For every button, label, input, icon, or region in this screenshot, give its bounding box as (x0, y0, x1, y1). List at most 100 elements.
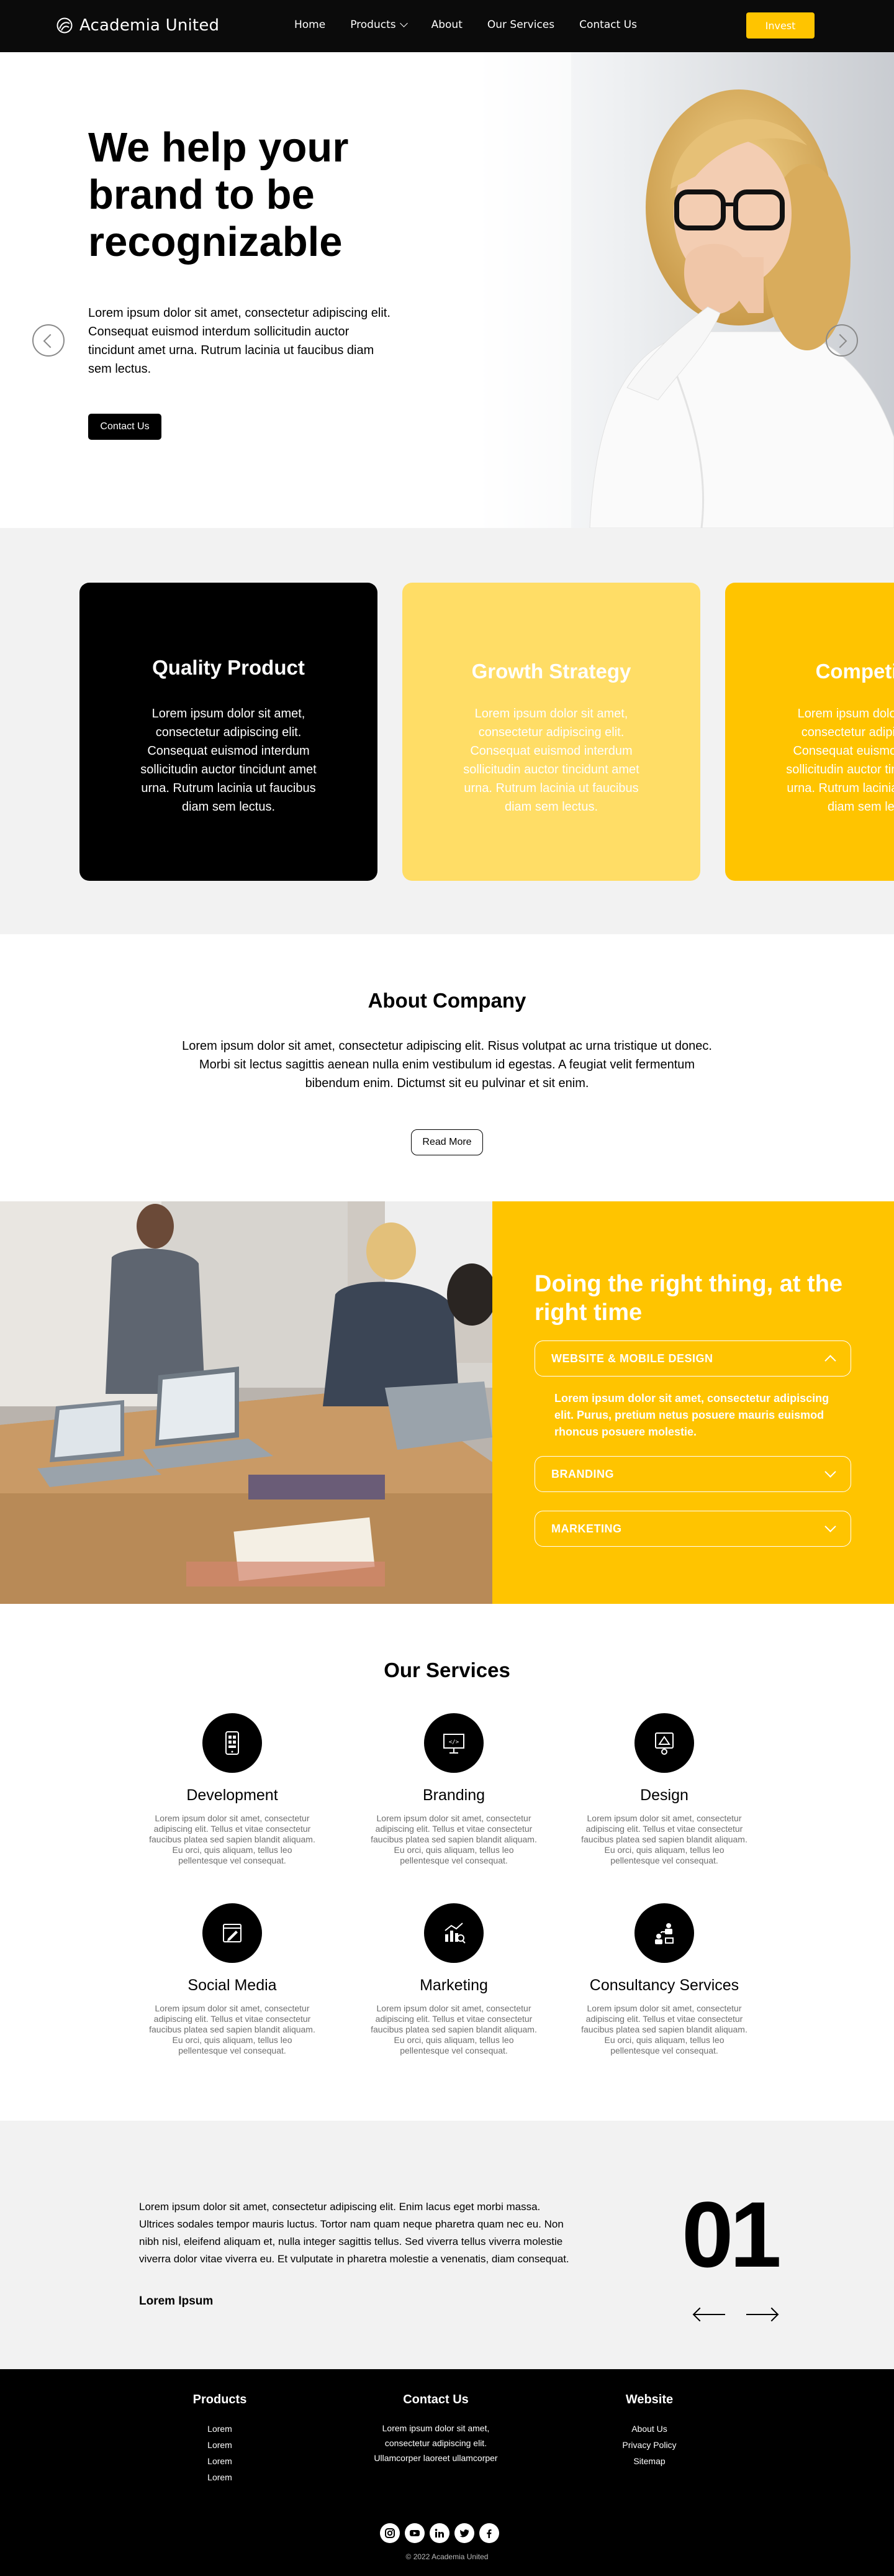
right-time-panel: Doing the right thing, at the right time… (492, 1201, 894, 1604)
feature-card-title: Competitive (815, 660, 894, 683)
nav-link-label: Our Services (487, 19, 555, 31)
footer-column-title: Contact Us (403, 2393, 469, 2406)
service-text: Lorem ipsum dolor sit amet, consectetur … (581, 1813, 747, 1865)
brand-logo-icon (56, 17, 73, 34)
chevron-up-icon (824, 1354, 836, 1367)
about-section: About Company Lorem ipsum dolor sit amet… (0, 934, 894, 1201)
footer-contact-line: Ullamcorper laoreet ullamcorper (374, 2453, 498, 2463)
service-name: Development (186, 1786, 278, 1804)
nav-link-products[interactable]: Products (350, 19, 408, 31)
footer-link[interactable]: Sitemap (600, 2453, 699, 2469)
service-text: Lorem ipsum dolor sit amet, consectetur … (149, 2003, 315, 2055)
youtube-icon[interactable] (405, 2523, 425, 2543)
chevron-down-icon (399, 19, 408, 27)
invest-button[interactable]: Invest (746, 12, 815, 39)
service-text: Lorem ipsum dolor sit amet, consectetur … (371, 2003, 537, 2055)
footer-link[interactable]: Lorem (179, 2453, 261, 2469)
service-text: Lorem ipsum dolor sit amet, consectetur … (149, 1813, 315, 1865)
testimonial-next-arrow-icon[interactable] (746, 2314, 777, 2315)
accordion-label: BRANDING (551, 1467, 614, 1480)
footer-contact-column: Contact Us Lorem ipsum dolor sit amet, c… (360, 2393, 512, 2465)
carousel-next-button[interactable] (826, 324, 858, 357)
footer-link[interactable]: Lorem (179, 2421, 261, 2437)
feature-cards-section: Quality Product Lorem ipsum dolor sit am… (0, 528, 894, 934)
hero-section: We help your brand to be recognizable Lo… (0, 52, 894, 528)
footer-column-title: Products (192, 2393, 247, 2406)
service-text: Lorem ipsum dolor sit amet, consectetur … (581, 2003, 747, 2055)
feature-card-title: Quality Product (152, 656, 305, 679)
chevron-down-icon (824, 1466, 836, 1478)
testimonial-prev-arrow-icon[interactable] (694, 2314, 725, 2315)
services-section: Our Services Development Lorem ipsum dol… (0, 1604, 894, 2121)
copyright: © 2022 Academia United (405, 2552, 489, 2561)
testimonial-section: Lorem ipsum dolor sit amet, consectetur … (0, 2121, 894, 2369)
footer-products-column: Products Lorem Lorem Lorem Lorem (179, 2393, 261, 2485)
footer-link[interactable]: Privacy Policy (600, 2437, 699, 2453)
nav-links: Home Products About Our Services Contact… (294, 19, 662, 31)
hero-image (472, 52, 894, 528)
service-name: Consultancy Services (589, 1977, 739, 1994)
nav-link-contact[interactable]: Contact Us (579, 19, 637, 31)
instagram-icon[interactable] (380, 2523, 400, 2543)
brand[interactable]: Academia United (56, 16, 219, 35)
accordion-item-branding[interactable]: BRANDING (535, 1456, 851, 1492)
top-nav: Academia United Home Products About Our … (0, 0, 894, 52)
feature-card-title: Growth Strategy (471, 660, 631, 683)
footer-contact-line: Lorem ipsum dolor sit amet, (382, 2423, 490, 2433)
linkedin-icon[interactable] (430, 2523, 449, 2543)
about-title: About Company (368, 989, 526, 1012)
accordion-label: WEBSITE & MOBILE DESIGN (551, 1352, 713, 1365)
feature-card-text: Lorem ipsum dolor sit amet, consectetur … (140, 707, 317, 814)
edit-icon (202, 1903, 262, 1963)
chevron-down-icon (824, 1521, 836, 1532)
feature-card: Growth Strategy Lorem ipsum dolor sit am… (402, 583, 700, 881)
accordion-item-marketing[interactable]: MARKETING (535, 1511, 851, 1547)
footer-link[interactable]: Lorem (179, 2469, 261, 2485)
accordion-item-website-mobile-design[interactable]: WEBSITE & MOBILE DESIGN (535, 1340, 851, 1377)
testimonial-number: 01 (682, 2182, 782, 2287)
presentation-icon: </> (424, 1713, 484, 1773)
carousel-prev-button[interactable] (32, 324, 65, 357)
feature-card: Quality Product Lorem ipsum dolor sit am… (79, 583, 377, 881)
service-item[interactable]: Design Lorem ipsum dolor sit amet, conse… (571, 1713, 757, 1866)
footer-column-title: Website (625, 2393, 674, 2406)
right-time-title: Doing the right thing, at the right time (535, 1271, 843, 1326)
nav-link-label: Contact Us (579, 19, 637, 31)
contact-us-button[interactable]: Contact Us (88, 414, 161, 440)
brand-name: Academia United (79, 16, 220, 35)
testimonial-author: Lorem Ipsum (139, 2295, 214, 2308)
hero-text: Lorem ipsum dolor sit amet, consectetur … (88, 306, 391, 376)
nav-link-home[interactable]: Home (294, 19, 325, 31)
growth-chart-icon (424, 1903, 484, 1963)
nav-link-about[interactable]: About (431, 19, 463, 31)
svg-text:</>: </> (449, 1739, 459, 1745)
nav-link-services[interactable]: Our Services (487, 19, 554, 31)
testimonial-text: Lorem ipsum dolor sit amet, consectetur … (139, 2201, 569, 2265)
about-text: Lorem ipsum dolor sit amet, consectetur … (182, 1039, 712, 1090)
footer-link[interactable]: About Us (600, 2421, 699, 2437)
design-icon (634, 1713, 694, 1773)
service-name: Branding (422, 1786, 485, 1804)
nav-link-label: Products (350, 19, 396, 31)
hero-title: We help your brand to be recognizable (88, 124, 349, 265)
service-item[interactable]: </> Branding Lorem ipsum dolor sit amet,… (361, 1713, 547, 1866)
services-title: Our Services (384, 1659, 510, 1682)
service-text: Lorem ipsum dolor sit amet, consectetur … (371, 1813, 537, 1865)
service-item[interactable]: Consultancy Services Lorem ipsum dolor s… (571, 1903, 757, 2056)
accordion-label: MARKETING (551, 1522, 622, 1535)
facebook-icon[interactable] (479, 2523, 499, 2543)
service-item[interactable]: Social Media Lorem ipsum dolor sit amet,… (139, 1903, 325, 2056)
service-item[interactable]: Marketing Lorem ipsum dolor sit amet, co… (361, 1903, 547, 2056)
footer: Products Lorem Lorem Lorem Lorem Contact… (0, 2369, 894, 2576)
service-name: Marketing (420, 1977, 488, 1994)
read-more-button[interactable]: Read More (411, 1129, 483, 1155)
service-name: Design (640, 1786, 689, 1804)
footer-website-column: Website About Us Privacy Policy Sitemap (600, 2393, 699, 2469)
mobile-app-icon (202, 1713, 262, 1773)
footer-link[interactable]: Lorem (179, 2437, 261, 2453)
feature-card-text: Lorem ipsum dolor sit amet, consectetur … (463, 707, 639, 814)
social-links (380, 2523, 499, 2543)
service-item[interactable]: Development Lorem ipsum dolor sit amet, … (139, 1713, 325, 1866)
twitter-icon[interactable] (454, 2523, 474, 2543)
accordion-body: Lorem ipsum dolor sit amet, consectetur … (554, 1392, 829, 1438)
